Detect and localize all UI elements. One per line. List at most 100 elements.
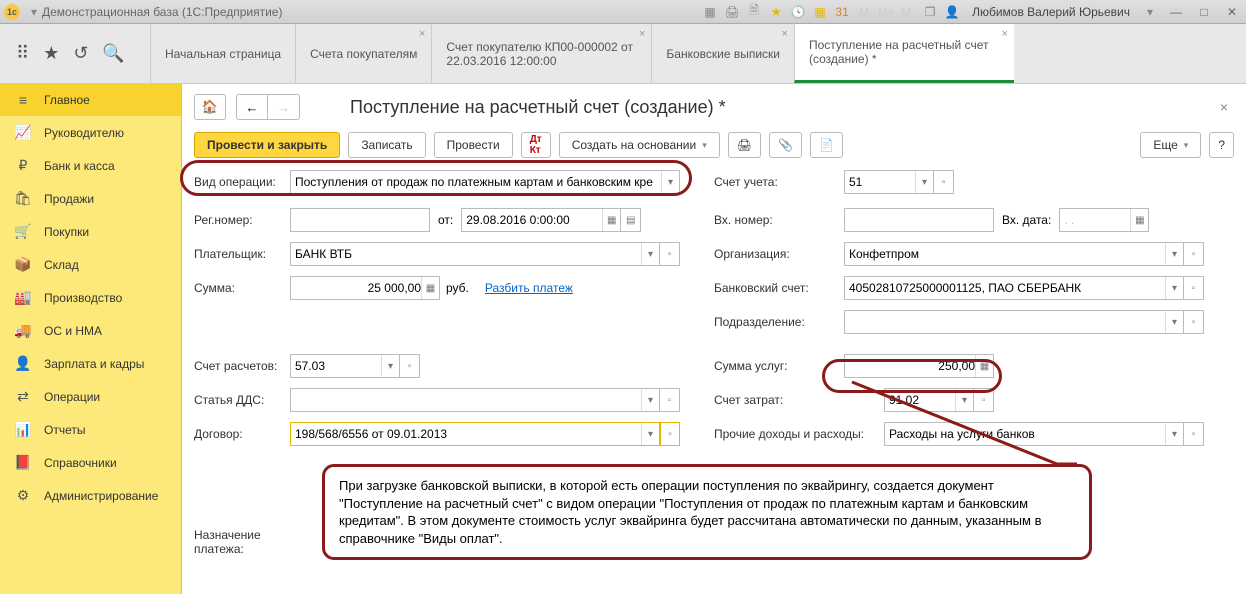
in-no-input[interactable]	[844, 208, 994, 232]
sidebar-item-admin[interactable]: ⚙Администрирование	[0, 479, 181, 512]
history-icon[interactable]: ↺	[73, 43, 88, 64]
tb-icon-cal[interactable]: 31	[834, 4, 850, 20]
acc-settle-select[interactable]: 57.03▾	[290, 354, 400, 378]
maximize-button[interactable]: □	[1194, 4, 1214, 20]
date-ext-button[interactable]: ▤	[621, 208, 641, 232]
org-open[interactable]: ▫	[1184, 242, 1204, 266]
account-select[interactable]: 51▾	[844, 170, 934, 194]
user-caret[interactable]: ▾	[1142, 4, 1158, 20]
minimize-button[interactable]: —	[1166, 4, 1186, 20]
tab-close-icon[interactable]: ×	[419, 28, 425, 40]
tb-icon-mplus[interactable]: M+	[878, 4, 894, 20]
sidebar-item-operations[interactable]: ⇄Операции	[0, 380, 181, 413]
payer-select[interactable]: БАНК ВТБ▾	[290, 242, 660, 266]
help-button[interactable]: ?	[1209, 132, 1234, 158]
sidebar-item-sales[interactable]: 🛍Продажи	[0, 182, 181, 215]
dropdown-icon[interactable]: ▾	[1165, 243, 1183, 265]
acc-settle-open[interactable]: ▫	[400, 354, 420, 378]
star-icon[interactable]: ★	[43, 43, 59, 64]
dropdown-icon[interactable]: ▾	[661, 171, 679, 193]
tab-home[interactable]: Начальная страница	[150, 24, 295, 83]
in-date-input[interactable]: . . ▦	[1059, 208, 1149, 232]
account-open[interactable]: ▫	[934, 170, 954, 194]
from-label: от:	[430, 213, 461, 227]
attach-button[interactable]: 📎	[769, 132, 802, 158]
dropdown-icon[interactable]: ▾	[1165, 311, 1183, 333]
apps-icon[interactable]: ⠿	[16, 43, 29, 64]
search-icon[interactable]: 🔍	[102, 43, 124, 64]
tb-icon-print[interactable]: 🖨	[724, 4, 740, 20]
sidebar-item-main[interactable]: ≡Главное	[0, 84, 181, 116]
tab-bank[interactable]: Банковские выписки×	[651, 24, 794, 83]
tb-icon-doc[interactable]: 🗎	[746, 4, 762, 20]
dropdown-icon[interactable]: ▾	[26, 4, 42, 20]
dtk-button[interactable]: ДтКт	[521, 132, 551, 158]
print-button[interactable]: 🖨	[728, 132, 761, 158]
dds-open[interactable]: ▫	[660, 388, 680, 412]
tb-icon-1[interactable]: ▦	[702, 4, 718, 20]
dept-select[interactable]: ▾	[844, 310, 1184, 334]
tb-icon-windows[interactable]: ❐	[922, 4, 938, 20]
calc-icon[interactable]: ▦	[421, 277, 439, 299]
tab-receipt[interactable]: Поступление на расчетный счет (создание)…	[794, 24, 1014, 83]
ruble-icon: ₽	[14, 157, 32, 174]
sidebar-item-purchases[interactable]: 🛒Покупки	[0, 215, 181, 248]
template-button[interactable]: 📄	[810, 132, 843, 158]
forward-button[interactable]: →	[268, 94, 300, 120]
payer-open-button[interactable]: ▫	[660, 242, 680, 266]
other-open[interactable]: ▫	[1184, 422, 1204, 446]
tb-icon-m[interactable]: M	[856, 4, 872, 20]
dropdown-icon[interactable]: ▾	[641, 243, 659, 265]
doc-close-button[interactable]: ×	[1220, 99, 1234, 115]
sidebar-item-production[interactable]: 🏭Производство	[0, 281, 181, 314]
dropdown-icon[interactable]: ▾	[641, 389, 659, 411]
op-type-select[interactable]: Поступления от продаж по платежным карта…	[290, 170, 680, 194]
dropdown-icon[interactable]: ▾	[381, 355, 399, 377]
tab-invoice[interactable]: Счет покупателю КП00-000002 от 22.03.201…	[431, 24, 651, 83]
org-select[interactable]: Конфетпром▾	[844, 242, 1184, 266]
reg-no-input[interactable]	[290, 208, 430, 232]
tab-close-icon[interactable]: ×	[1002, 28, 1008, 40]
date-input[interactable]: 29.08.2016 0:00:00▦	[461, 208, 621, 232]
contract-select[interactable]: 198/568/6556 от 09.01.2013▾	[290, 422, 660, 446]
dropdown-icon[interactable]: ▾	[1165, 423, 1183, 445]
sidebar-item-salary[interactable]: 👤Зарплата и кадры	[0, 347, 181, 380]
bank-acc-label: Банковский счет:	[714, 281, 844, 295]
split-link[interactable]: Разбить платеж	[475, 281, 573, 295]
tab-close-icon[interactable]: ×	[782, 28, 788, 40]
tb-icon-star[interactable]: ★	[768, 4, 784, 20]
back-button[interactable]: ←	[236, 94, 268, 120]
sidebar-item-manager[interactable]: 📈Руководителю	[0, 116, 181, 149]
sidebar-item-warehouse[interactable]: 📦Склад	[0, 248, 181, 281]
sidebar-item-assets[interactable]: 🚚ОС и НМА	[0, 314, 181, 347]
dropdown-icon[interactable]: ▾	[1165, 277, 1183, 299]
dropdown-icon[interactable]: ▾	[915, 171, 933, 193]
sidebar-item-bank[interactable]: ₽Банк и касса	[0, 149, 181, 182]
sum-input[interactable]: 25 000,00▦	[290, 276, 440, 300]
dropdown-icon[interactable]: ▾	[641, 423, 659, 445]
more-button[interactable]: Еще▾	[1140, 132, 1201, 158]
contract-open[interactable]: ▫	[660, 422, 680, 446]
create-on-button[interactable]: Создать на основании▾	[559, 132, 720, 158]
callout-box: При загрузке банковской выписки, в котор…	[322, 464, 1092, 560]
close-button[interactable]: ✕	[1222, 4, 1242, 20]
bank-acc-select[interactable]: 40502810725000001125, ПАО СБЕРБАНК▾	[844, 276, 1184, 300]
tb-icon-clock[interactable]: 🕓	[790, 4, 806, 20]
save-button[interactable]: Записать	[348, 132, 425, 158]
tab-close-icon[interactable]: ×	[639, 28, 645, 40]
calendar-icon[interactable]: ▦	[602, 209, 620, 231]
in-no-label: Вх. номер:	[714, 213, 844, 227]
post-button[interactable]: Провести	[434, 132, 513, 158]
home-button[interactable]: 🏠	[194, 94, 226, 120]
dds-select[interactable]: ▾	[290, 388, 660, 412]
bank-acc-open[interactable]: ▫	[1184, 276, 1204, 300]
tb-icon-calc[interactable]: ▦	[812, 4, 828, 20]
sidebar-item-refs[interactable]: 📕Справочники	[0, 446, 181, 479]
tab-invoices[interactable]: Счета покупателям×	[295, 24, 431, 83]
calendar-icon[interactable]: ▦	[1130, 209, 1148, 231]
sidebar-item-reports[interactable]: 📊Отчеты	[0, 413, 181, 446]
user-name[interactable]: Любимов Валерий Юрьевич	[966, 5, 1136, 19]
post-close-button[interactable]: Провести и закрыть	[194, 132, 340, 158]
tb-icon-mminus[interactable]: M-	[900, 4, 916, 20]
dept-open[interactable]: ▫	[1184, 310, 1204, 334]
